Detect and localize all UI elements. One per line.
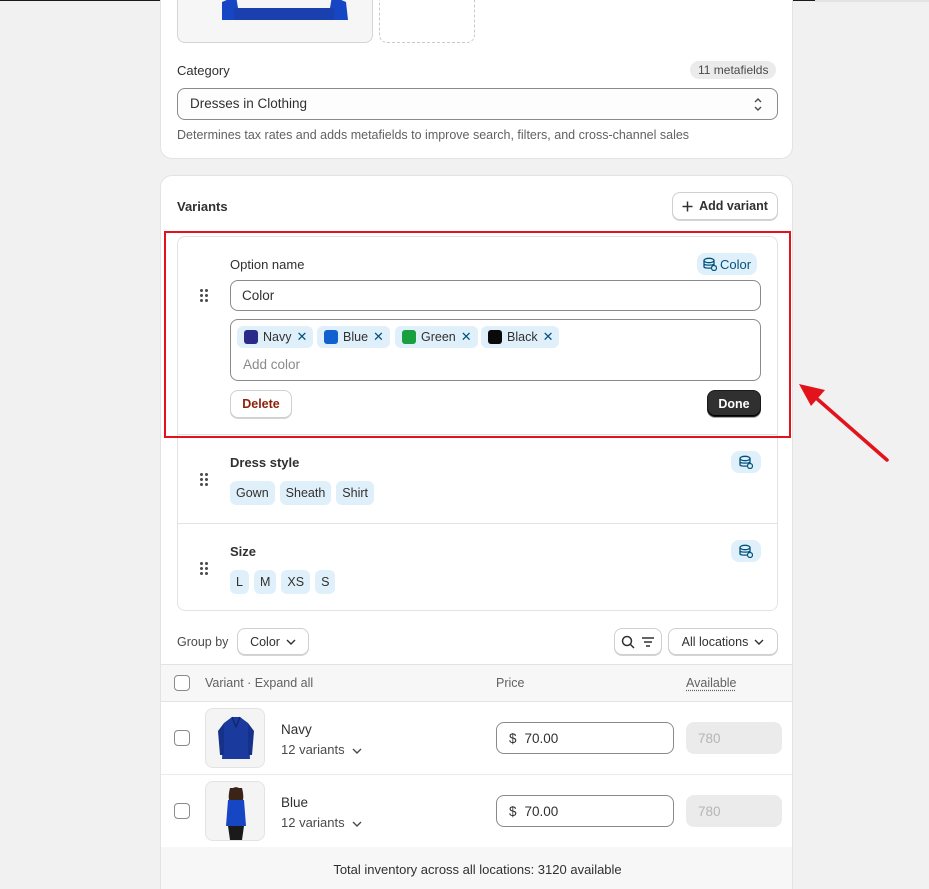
price-input[interactable]: $ 70.00 [496, 722, 674, 754]
value-tag: Shirt [336, 481, 374, 505]
value-tag: L [230, 570, 249, 594]
search-filter-button[interactable] [614, 628, 662, 655]
value-tag: XS [281, 570, 311, 594]
value-tag: M [253, 570, 277, 594]
available-field: 780 [686, 722, 782, 754]
highlight-box [164, 231, 791, 438]
option-divider [178, 523, 777, 524]
metafield-icon [739, 455, 753, 469]
variant-count[interactable]: 12 variants [281, 742, 362, 757]
price-value: 70.00 [524, 730, 559, 746]
navy-shirt-image-icon [218, 716, 254, 759]
locations-select[interactable]: All locations [668, 628, 778, 655]
category-label: Category [177, 63, 230, 78]
drag-handle-icon[interactable] [200, 473, 210, 487]
variants-table-header: Variant · Expand all Price Available [161, 664, 792, 702]
product-media-image[interactable] [177, 0, 373, 43]
variant-header-label: Variant [205, 676, 244, 690]
chevron-down-icon [754, 639, 764, 645]
group-by-label: Group by [177, 635, 229, 649]
locations-value: All locations [681, 634, 749, 649]
currency-symbol: $ [509, 803, 517, 819]
inventory-total-text: Total inventory across all locations: 31… [333, 862, 622, 877]
variant-column-header: Variant · Expand all [205, 676, 313, 690]
chevron-down-icon [352, 821, 362, 827]
option-dress-style-name[interactable]: Dress style [230, 455, 299, 470]
product-details-card: Category 11 metafields Dresses in Clothi… [160, 0, 793, 159]
group-by-select[interactable]: Color [237, 628, 309, 655]
annotation-arrow-icon [799, 384, 889, 462]
drag-handle-icon[interactable] [200, 562, 210, 576]
variants-title: Variants [177, 199, 228, 214]
plus-icon [682, 201, 693, 211]
metafields-badge[interactable]: 11 metafields [690, 61, 777, 79]
select-chevron-icon [754, 98, 762, 111]
variant-thumbnail[interactable] [205, 781, 265, 841]
size-values: L M XS S [230, 570, 336, 594]
price-column-header: Price [496, 676, 525, 690]
expand-all-link[interactable]: Expand all [255, 676, 313, 690]
model-blue-shirt-image-icon [226, 787, 246, 840]
option-size-name[interactable]: Size [230, 544, 256, 559]
row-checkbox[interactable] [174, 803, 190, 819]
group-by-value: Color [250, 634, 280, 649]
value-tag: Sheath [279, 481, 332, 505]
table-row[interactable]: Navy 12 variants $ 70.00 780 [161, 702, 792, 775]
category-help-text: Determines tax rates and adds metafields… [177, 128, 690, 142]
currency-symbol: $ [509, 730, 517, 746]
header-separator: · [243, 676, 255, 690]
category-value: Dresses in Clothing [190, 96, 308, 111]
price-value: 70.00 [524, 803, 559, 819]
variant-name: Blue [281, 795, 309, 810]
shirt-image-icon [222, 0, 348, 20]
filter-icon [642, 636, 654, 647]
variant-name: Navy [281, 722, 312, 737]
search-icon [621, 635, 635, 649]
variant-count-label: 12 variants [281, 815, 345, 830]
add-variant-label: Add variant [699, 199, 768, 213]
top-right-bar [815, 0, 929, 2]
available-column-header[interactable]: Available [686, 676, 737, 690]
size-metafield-icon[interactable] [731, 540, 761, 562]
dress-style-metafield-icon[interactable] [731, 451, 761, 473]
add-variant-button[interactable]: Add variant [672, 192, 778, 220]
chevron-down-icon [286, 639, 296, 645]
inventory-total: Total inventory across all locations: 31… [161, 847, 792, 889]
variant-count-label: 12 variants [281, 742, 345, 757]
value-tag: Gown [230, 481, 275, 505]
select-all-checkbox[interactable] [174, 675, 190, 691]
table-row[interactable]: Blue 12 variants $ 70.00 780 [161, 775, 792, 848]
variant-thumbnail[interactable] [205, 708, 265, 768]
dress-style-values: Gown Sheath Shirt [230, 481, 374, 505]
row-checkbox[interactable] [174, 730, 190, 746]
available-field: 780 [686, 795, 782, 827]
category-select[interactable]: Dresses in Clothing [177, 88, 778, 120]
variant-count[interactable]: 12 variants [281, 815, 362, 830]
add-media-slot[interactable] [379, 0, 475, 43]
chevron-down-icon [352, 748, 362, 754]
price-input[interactable]: $ 70.00 [496, 795, 674, 827]
value-tag: S [315, 570, 336, 594]
metafield-icon [739, 544, 753, 558]
